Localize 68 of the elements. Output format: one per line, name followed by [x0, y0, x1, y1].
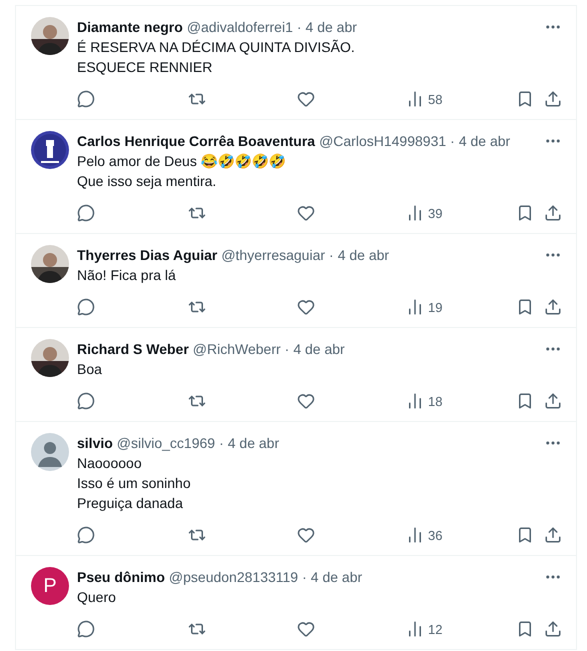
author-handle[interactable]: @pseudon28133119 — [168, 569, 298, 585]
like-icon[interactable] — [297, 526, 315, 544]
author-name[interactable]: silvio — [77, 435, 113, 451]
author-name[interactable]: Carlos Henrique Corrêa Boaventura — [77, 133, 316, 149]
author-name[interactable]: Pseu dônimo — [77, 569, 165, 585]
like-icon[interactable] — [297, 620, 315, 638]
reply-text: Quero — [77, 588, 117, 607]
reply-text: É RESERVA NA DÉCIMA QUINTA DIVISÃO. ESQUECE RENNIER — [77, 38, 356, 77]
post-date[interactable]: 4 de abr — [338, 247, 390, 263]
separator-dot: · — [329, 247, 334, 263]
separator-dot: · — [296, 19, 302, 35]
reply-text: Naoooooo Isso é um soninho Preguiça danada — [77, 454, 192, 513]
post-date[interactable]: 4 de abr — [306, 19, 357, 35]
views-icon — [406, 392, 424, 410]
reply-text: Boa — [77, 360, 103, 379]
separator-dot: · — [302, 569, 307, 585]
views-icon — [406, 204, 424, 222]
reply-icon[interactable] — [77, 526, 95, 544]
bookmark-icon[interactable] — [516, 298, 534, 316]
bookmark-icon[interactable] — [516, 90, 534, 108]
views-icon — [406, 526, 424, 544]
reply-text: Não! Fica pra lá — [77, 266, 177, 285]
bookmark-icon[interactable] — [516, 620, 534, 638]
like-icon[interactable] — [297, 392, 315, 410]
default-avatar[interactable] — [31, 433, 69, 471]
views-icon — [406, 620, 424, 638]
views-icon — [406, 90, 424, 108]
views-button[interactable]: 19 — [406, 298, 442, 316]
reply-text: Pelo amor de Deus 😂🤣🤣🤣🤣 Que isso seja mentira. — [77, 152, 287, 191]
author-handle[interactable]: @adivaldoferrei1 — [186, 19, 293, 35]
share-icon[interactable] — [544, 620, 562, 638]
share-icon[interactable] — [544, 204, 562, 222]
views-button[interactable]: 58 — [406, 90, 442, 108]
views-button[interactable]: 18 — [406, 392, 442, 410]
post-date[interactable]: 4 de abr — [293, 341, 345, 357]
like-icon[interactable] — [297, 298, 315, 316]
share-icon[interactable] — [544, 526, 562, 544]
views-button[interactable]: 39 — [406, 204, 442, 222]
author-name[interactable]: Diamante negro — [77, 19, 183, 35]
reply-icon[interactable] — [77, 90, 95, 108]
post-date[interactable]: 4 de abr — [228, 435, 280, 451]
share-icon[interactable] — [544, 90, 562, 108]
views-button[interactable]: 36 — [406, 526, 442, 544]
author-handle[interactable]: @CarlosH14998931 — [319, 133, 446, 149]
bookmark-icon[interactable] — [516, 526, 534, 544]
author-handle[interactable]: @thyerresaguiar — [221, 247, 326, 263]
author-name[interactable]: Richard S Weber — [77, 341, 189, 357]
views-icon — [406, 298, 424, 316]
reply-icon[interactable] — [77, 392, 95, 410]
bookmark-icon[interactable] — [516, 204, 534, 222]
author-handle[interactable]: @RichWeberr — [192, 341, 281, 357]
separator-dot: · — [450, 133, 455, 149]
reply-icon[interactable] — [77, 620, 95, 638]
post-date[interactable]: 4 de abr — [458, 133, 510, 149]
like-icon[interactable] — [297, 90, 315, 108]
author-handle[interactable]: @silvio_cc1969 — [116, 435, 216, 451]
bookmark-icon[interactable] — [516, 392, 534, 410]
reply-icon[interactable] — [77, 204, 95, 222]
avatar[interactable]: P — [31, 567, 69, 605]
share-icon[interactable] — [544, 392, 562, 410]
author-name[interactable]: Thyerres Dias Aguiar — [77, 247, 218, 263]
post-date[interactable]: 4 de abr — [310, 569, 362, 585]
like-icon[interactable] — [297, 204, 315, 222]
views-button[interactable]: 12 — [406, 620, 442, 638]
separator-dot: · — [219, 435, 224, 451]
separator-dot: · — [284, 341, 290, 357]
share-icon[interactable] — [544, 298, 562, 316]
reply-icon[interactable] — [77, 298, 95, 316]
